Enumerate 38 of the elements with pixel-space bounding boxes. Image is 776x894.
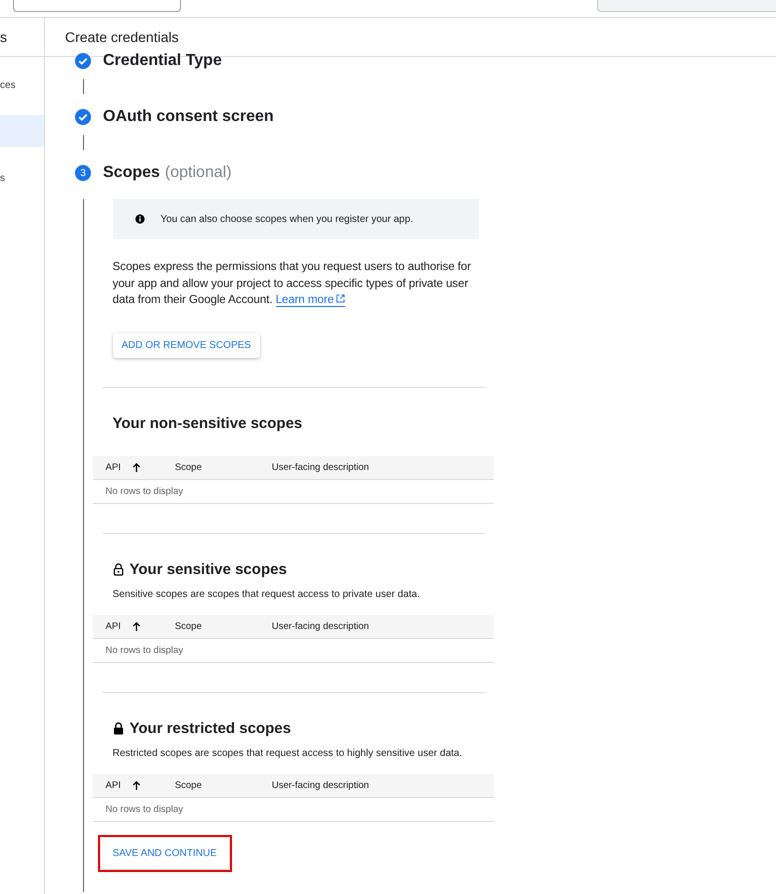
column-header[interactable]: User-facing description [272, 620, 369, 632]
column-header[interactable]: API [106, 780, 121, 790]
lock-icon [112, 563, 124, 576]
column-header[interactable]: Scope [174, 780, 202, 790]
empty-table-message: No rows to display [106, 486, 184, 496]
column-header[interactable]: Scope [174, 462, 202, 472]
sidebar-item[interactable]: s [0, 162, 44, 194]
sort-arrow-icon[interactable] [132, 780, 141, 790]
add-or-remove-scopes-button[interactable]: ADD OR REMOVE SCOPES [112, 332, 260, 358]
column-header[interactable]: API [106, 462, 121, 472]
info-text: You can also choose scopes when you register your app. [160, 214, 414, 224]
step-optional-label: (optional) [164, 164, 232, 182]
step-title: Scopes [103, 164, 160, 182]
sidebar-item[interactable]: ces [0, 69, 44, 101]
section-heading: Your non-sensitive scopes [112, 415, 302, 432]
column-header[interactable]: User-facing description [272, 462, 369, 472]
column-header[interactable]: API [106, 620, 121, 632]
step-title: Credential Type [103, 52, 222, 70]
info-icon [134, 214, 144, 224]
sort-arrow-icon[interactable] [132, 462, 141, 472]
step-title: OAuth consent screen [103, 108, 274, 126]
lock-icon [112, 722, 124, 735]
column-header[interactable]: Scope [174, 620, 202, 632]
section-heading: Your restricted scopes [130, 720, 291, 737]
section-description: Restricted scopes are scopes that request access to highly sensitive user data. [112, 746, 464, 760]
learn-more-link[interactable]: Learn more [276, 293, 345, 307]
section-heading: Your sensitive scopes [130, 561, 287, 578]
empty-table-message: No rows to display [106, 804, 184, 814]
empty-table-message: No rows to display [106, 644, 184, 656]
description-paragraph: Scopes express the permissions that you request users to authorise for your app and allow your project to access specific types of private user data from their Google Account. Learn more [112, 259, 472, 308]
page-title: Create credentials [65, 29, 179, 45]
save-and-continue-button[interactable]: SAVE AND CONTINUE [100, 838, 229, 868]
sort-arrow-icon[interactable] [132, 620, 141, 632]
column-header[interactable]: User-facing description [272, 780, 369, 790]
external-link-icon [336, 294, 345, 303]
sidebar-header: s [0, 29, 7, 45]
step-number: 3 [75, 165, 91, 181]
section-description: Sensitive scopes are scopes that request access to private user data. [112, 588, 421, 602]
